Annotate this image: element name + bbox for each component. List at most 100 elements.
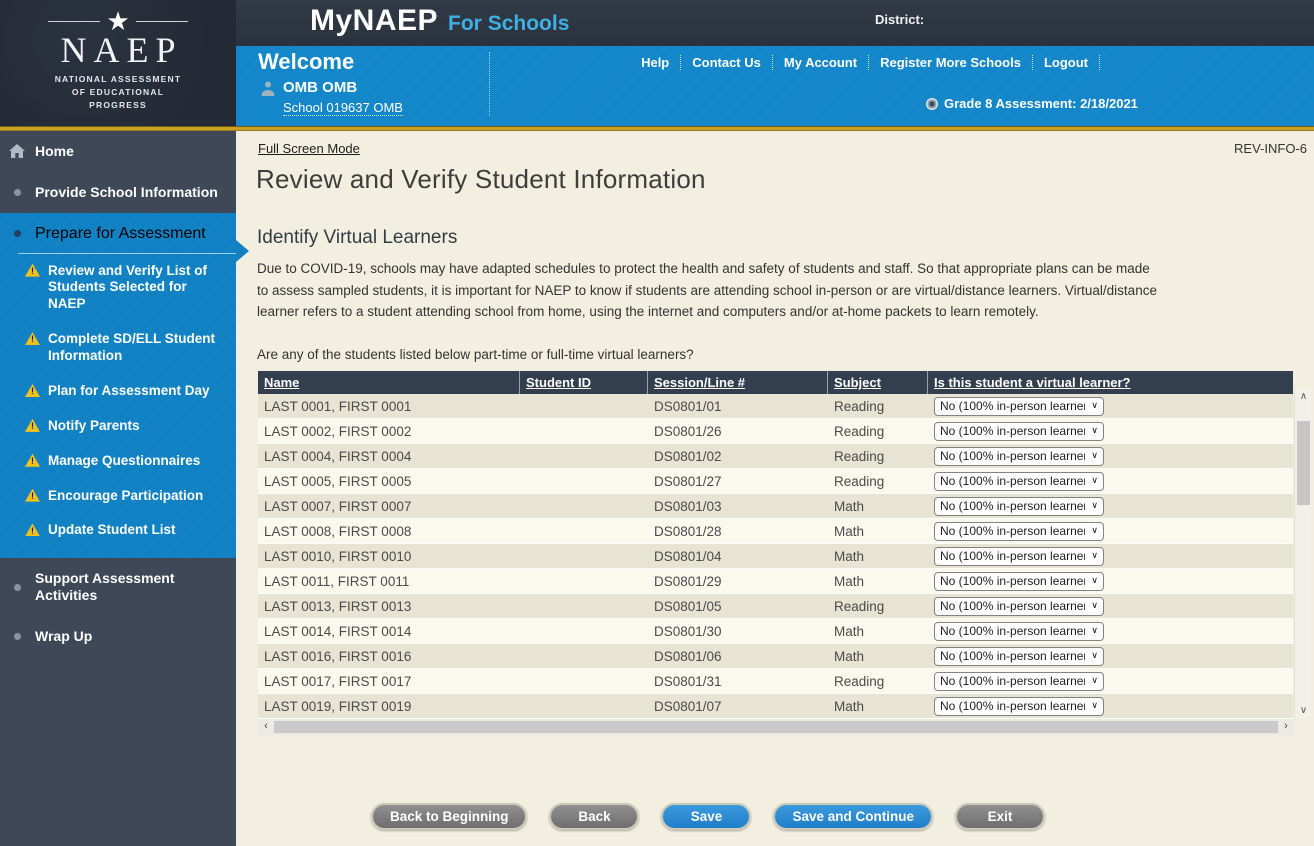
top-menu: HelpContact UsMy AccountRegister More Sc… — [629, 55, 1100, 70]
sidebar-item-complete-sd-ell-student-information[interactable]: !Complete SD/ELL Student Information — [0, 322, 236, 374]
virtual-learner-select[interactable]: No (100% in-person learner) — [934, 597, 1104, 616]
cell-session-line: DS0801/31 — [648, 669, 828, 693]
column-header-name[interactable]: Name — [258, 371, 520, 394]
vertical-scrollbar-thumb[interactable] — [1297, 421, 1310, 505]
sidebar-item-review-and-verify-list-of-students-selected-for-naep[interactable]: !Review and Verify List of Students Sele… — [0, 254, 236, 323]
virtual-learner-dropdown: No (100% in-person learner)∨ — [934, 447, 1104, 466]
cell-name: LAST 0008, FIRST 0008 — [258, 519, 520, 543]
sidebar-item-update-student-list[interactable]: !Update Student List — [0, 513, 236, 548]
sidebar-item-encourage-participation[interactable]: !Encourage Participation — [0, 479, 236, 514]
sidebar-item-support-assessment-activities[interactable]: Support Assessment Activities — [0, 558, 236, 616]
sidebar-sub-items: !Review and Verify List of Students Sele… — [0, 254, 236, 549]
naep-logo: ★ NAEP NATIONAL ASSESSMENT OF EDUCATIONA… — [0, 0, 236, 130]
sidebar-item-label: Manage Questionnaires — [48, 453, 200, 470]
cell-virtual-learner: No (100% in-person learner)∨ — [928, 519, 1293, 543]
exit-button[interactable]: Exit — [955, 803, 1045, 830]
cell-subject: Math — [828, 619, 928, 643]
sidebar-item-provide-school-information[interactable]: Provide School Information — [0, 172, 236, 213]
save-and-continue-button[interactable]: Save and Continue — [773, 803, 933, 830]
vertical-scrollbar[interactable]: ∧ ∨ — [1294, 389, 1311, 719]
virtual-learner-select[interactable]: No (100% in-person learner) — [934, 697, 1104, 716]
scroll-right-icon[interactable]: › — [1278, 719, 1294, 735]
virtual-learner-select[interactable]: No (100% in-person learner) — [934, 472, 1104, 491]
warning-icon: ! — [25, 384, 40, 397]
column-header-student-id[interactable]: Student ID — [520, 371, 648, 394]
full-screen-mode-link[interactable]: Full Screen Mode — [258, 141, 360, 156]
cell-virtual-learner: No (100% in-person learner)∨ — [928, 444, 1293, 468]
cell-name: LAST 0011, FIRST 0011 — [258, 569, 520, 593]
cell-virtual-learner: No (100% in-person learner)∨ — [928, 494, 1293, 518]
cell-session-line: DS0801/29 — [648, 569, 828, 593]
school-link[interactable]: School 019637 OMB — [283, 100, 403, 116]
virtual-learner-dropdown: No (100% in-person learner)∨ — [934, 397, 1104, 416]
horizontal-scrollbar-thumb[interactable] — [274, 721, 1278, 733]
virtual-learner-select[interactable]: No (100% in-person learner) — [934, 547, 1104, 566]
virtual-learner-select[interactable]: No (100% in-person learner) — [934, 647, 1104, 666]
assessment-status-text: Grade 8 Assessment: 2/18/2021 — [944, 96, 1138, 111]
virtual-learner-dropdown: No (100% in-person learner)∨ — [934, 547, 1104, 566]
sidebar-item-label: Home — [35, 143, 74, 160]
scroll-left-icon[interactable]: ‹ — [258, 719, 274, 735]
cell-session-line: DS0801/04 — [648, 544, 828, 568]
footer-buttons: Back to Beginning Back Save Save and Contin… — [258, 803, 1158, 830]
bullet-icon — [8, 189, 26, 196]
virtual-learner-select[interactable]: No (100% in-person learner) — [934, 422, 1104, 441]
table-row: LAST 0019, FIRST 0019DS0801/07MathNo (10… — [258, 694, 1293, 719]
cell-session-line: DS0801/06 — [648, 644, 828, 668]
column-header-session-line[interactable]: Session/Line # — [648, 371, 828, 394]
bullet-icon — [8, 584, 26, 591]
cell-student-id — [520, 419, 648, 443]
sidebar-nav: Home Provide School Information Prepare f… — [0, 131, 236, 846]
table-row: LAST 0014, FIRST 0014DS0801/30MathNo (10… — [258, 619, 1293, 644]
sidebar-item-home[interactable]: Home — [0, 131, 236, 172]
table-row: LAST 0010, FIRST 0010DS0801/04MathNo (10… — [258, 544, 1293, 569]
sidebar-top-items: Home Provide School Information — [0, 131, 236, 213]
scroll-up-icon[interactable]: ∧ — [1295, 389, 1312, 405]
virtual-learner-select[interactable]: No (100% in-person learner) — [934, 497, 1104, 516]
virtual-learner-select[interactable]: No (100% in-person learner) — [934, 447, 1104, 466]
sidebar-item-wrap-up[interactable]: Wrap Up — [0, 616, 236, 657]
menu-item-help[interactable]: Help — [629, 55, 681, 70]
column-header-subject[interactable]: Subject — [828, 371, 928, 394]
scroll-down-icon[interactable]: ∨ — [1295, 703, 1312, 719]
sidebar-item-plan-for-assessment-day[interactable]: ! Plan for Assessment Day — [0, 374, 236, 409]
cell-session-line: DS0801/01 — [648, 394, 828, 418]
menu-item-register-more-schools[interactable]: Register More Schools — [869, 55, 1033, 70]
save-button[interactable]: Save — [661, 803, 751, 830]
assessment-radio-icon[interactable] — [926, 98, 938, 110]
cell-subject: Math — [828, 569, 928, 593]
cell-subject: Reading — [828, 669, 928, 693]
virtual-learner-select[interactable]: No (100% in-person learner) — [934, 672, 1104, 691]
menu-item-logout[interactable]: Logout — [1033, 55, 1100, 70]
back-button[interactable]: Back — [549, 803, 639, 830]
sidebar-item-notify-parents[interactable]: !Notify Parents — [0, 409, 236, 444]
column-header-is-this-student-a-virtual-learner[interactable]: Is this student a virtual learner? — [928, 371, 1293, 394]
virtual-learner-select[interactable]: No (100% in-person learner) — [934, 622, 1104, 641]
menu-item-contact-us[interactable]: Contact Us — [681, 55, 773, 70]
cell-subject: Math — [828, 494, 928, 518]
sidebar-active-section: Prepare for Assessment !Review and Verif… — [0, 213, 236, 559]
table-row: LAST 0017, FIRST 0017DS0801/31ReadingNo … — [258, 669, 1293, 694]
table-row: LAST 0008, FIRST 0008DS0801/28MathNo (10… — [258, 519, 1293, 544]
cell-student-id — [520, 444, 648, 468]
cell-virtual-learner: No (100% in-person learner)∨ — [928, 669, 1293, 693]
table-row: LAST 0002, FIRST 0002DS0801/26ReadingNo … — [258, 419, 1293, 444]
question-text: Are any of the students listed below par… — [257, 347, 694, 362]
virtual-learner-dropdown: No (100% in-person learner)∨ — [934, 597, 1104, 616]
sidebar-item-manage-questionnaires[interactable]: !Manage Questionnaires — [0, 444, 236, 479]
page-title: Review and Verify Student Information — [256, 164, 706, 195]
cell-subject: Math — [828, 519, 928, 543]
cell-virtual-learner: No (100% in-person learner)∨ — [928, 619, 1293, 643]
horizontal-scrollbar[interactable]: ‹ › — [258, 719, 1294, 735]
sidebar-item-prepare-for-assessment[interactable]: Prepare for Assessment — [0, 213, 236, 253]
cell-session-line: DS0801/26 — [648, 419, 828, 443]
sidebar-item-label: Plan for Assessment Day — [48, 383, 210, 400]
table-row: LAST 0016, FIRST 0016DS0801/06MathNo (10… — [258, 644, 1293, 669]
virtual-learner-select[interactable]: No (100% in-person learner) — [934, 397, 1104, 416]
virtual-learner-select[interactable]: No (100% in-person learner) — [934, 572, 1104, 591]
menu-item-my-account[interactable]: My Account — [773, 55, 869, 70]
cell-session-line: DS0801/27 — [648, 469, 828, 493]
virtual-learner-select[interactable]: No (100% in-person learner) — [934, 522, 1104, 541]
back-to-beginning-button[interactable]: Back to Beginning — [371, 803, 528, 830]
cell-subject: Math — [828, 544, 928, 568]
